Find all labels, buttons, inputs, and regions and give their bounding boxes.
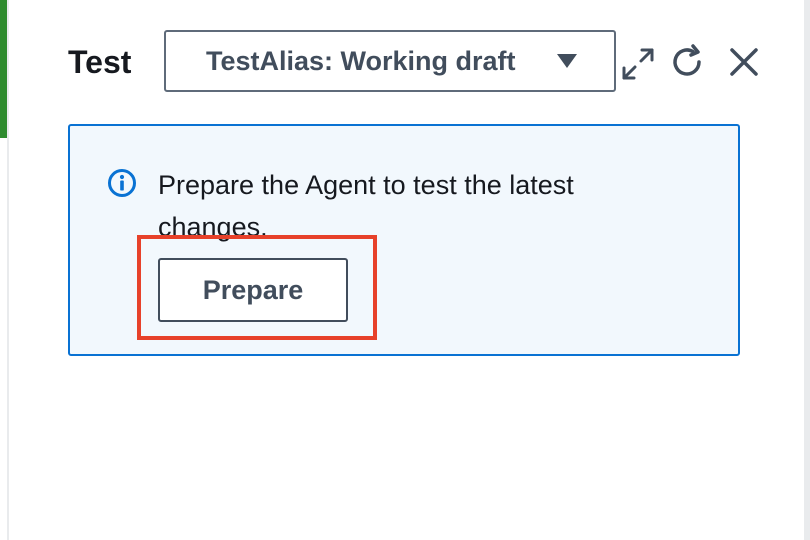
caret-down-icon xyxy=(556,50,578,72)
expand-icon xyxy=(622,48,654,80)
left-divider xyxy=(7,0,9,540)
info-icon xyxy=(108,169,136,197)
alias-select[interactable]: TestAlias: Working draft xyxy=(164,30,616,92)
left-accent-bar xyxy=(0,0,7,138)
right-divider xyxy=(804,0,810,540)
expand-button[interactable] xyxy=(618,44,658,84)
test-panel: Test TestAlias: Working draft Prepare th… xyxy=(0,0,810,540)
panel-title: Test xyxy=(68,44,132,80)
alias-select-value: TestAlias: Working draft xyxy=(206,45,516,76)
prepare-button[interactable]: Prepare xyxy=(158,258,348,322)
close-button[interactable] xyxy=(724,42,764,82)
refresh-icon xyxy=(673,44,701,76)
refresh-button[interactable] xyxy=(667,42,707,82)
close-icon xyxy=(730,48,758,76)
